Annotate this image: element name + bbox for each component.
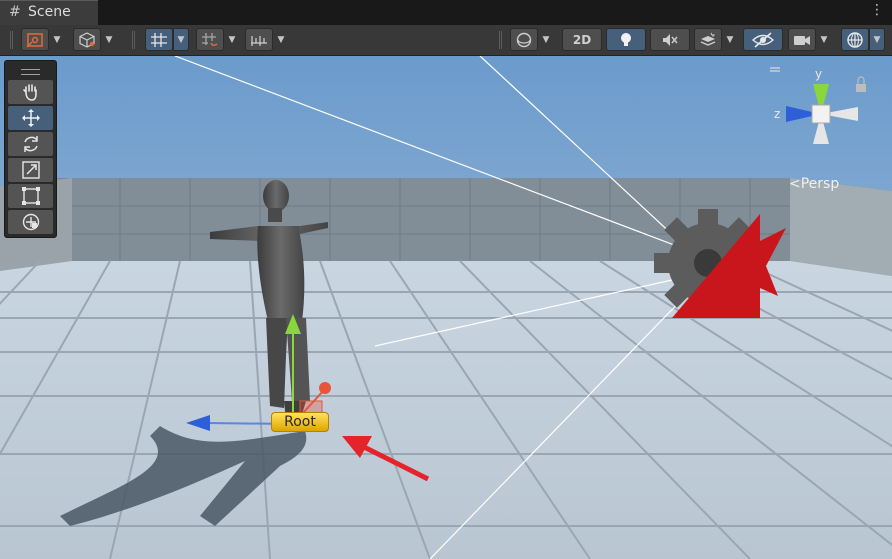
- effects-dropdown[interactable]: ▼: [722, 28, 738, 51]
- audio-mute-icon: [663, 33, 678, 46]
- gizmo-center-cube[interactable]: [811, 104, 831, 124]
- rect-transform-icon: [21, 187, 40, 205]
- scene-canvas[interactable]: [0, 56, 892, 559]
- orientation-gizmo-graphic: [762, 67, 866, 144]
- effects-icon: [700, 32, 716, 46]
- toolbar-grip[interactable]: [10, 31, 13, 49]
- move-tool-button[interactable]: [8, 106, 53, 130]
- rect-tool-button[interactable]: [8, 184, 53, 208]
- toolbar-grip[interactable]: [132, 31, 135, 49]
- scene-viewport[interactable]: Root: [0, 56, 892, 559]
- grid-hash-icon: #: [9, 4, 21, 20]
- shading-mode-dropdown[interactable]: ▼: [101, 28, 117, 51]
- audio-button[interactable]: [650, 28, 690, 51]
- persp-chevron-icon: <: [789, 176, 801, 192]
- transform-tool-button[interactable]: [21, 28, 49, 51]
- tab-bar: # Scene ⋮: [0, 0, 892, 25]
- tab-scene[interactable]: # Scene: [0, 0, 98, 25]
- grid-snap-dropdown[interactable]: ▼: [173, 28, 189, 51]
- camera-button[interactable]: [788, 28, 816, 51]
- draw-mode-button[interactable]: [510, 28, 538, 51]
- ruler-button[interactable]: [245, 28, 273, 51]
- root-label[interactable]: Root: [271, 412, 329, 432]
- toolbar-grip[interactable]: [499, 31, 502, 49]
- gizmos-button[interactable]: [841, 28, 869, 51]
- gizmos-dropdown[interactable]: ▼: [869, 28, 885, 51]
- tools-panel-grip[interactable]: [21, 69, 40, 75]
- increment-snap-button[interactable]: [196, 28, 224, 51]
- gizmo-z-label: z: [774, 107, 781, 121]
- visibility-icon: [752, 31, 774, 48]
- cube-shaded-icon: [79, 31, 95, 48]
- gizmo-y-label: y: [815, 67, 823, 81]
- move-icon: [21, 109, 40, 127]
- increment-snap-icon: [202, 32, 218, 46]
- mode-2d-button[interactable]: 2D: [562, 28, 602, 51]
- transform-tool-icon: [26, 32, 43, 48]
- scene-toolbar: ▼ ▼ ▼ ▼ ▼ ▼ 2D ▼ ▼ ▼: [0, 25, 892, 56]
- gizmos-icon: [847, 31, 863, 48]
- scale-tool-button[interactable]: [8, 158, 53, 182]
- transform-tool-dropdown[interactable]: ▼: [49, 28, 65, 51]
- camera-icon: [794, 35, 810, 45]
- rotate-icon: [23, 136, 38, 152]
- hand-tool-button[interactable]: [8, 80, 53, 104]
- camera-dropdown[interactable]: ▼: [816, 28, 832, 51]
- projection-toggle[interactable]: <Persp: [789, 176, 839, 192]
- orientation-gizmo[interactable]: y z: [762, 62, 880, 162]
- hand-icon: [22, 84, 37, 101]
- ruler-dropdown[interactable]: ▼: [273, 28, 289, 51]
- draw-mode-sphere-icon: [516, 32, 532, 47]
- rotate-tool-button[interactable]: [8, 132, 53, 156]
- tab-scene-label: Scene: [28, 4, 71, 20]
- ruler-icon: [251, 35, 267, 46]
- grid-snap-button[interactable]: [145, 28, 173, 51]
- lighting-button[interactable]: [606, 28, 646, 51]
- kebab-menu-icon[interactable]: ⋮: [870, 2, 884, 18]
- lighting-bulb-icon: [621, 32, 631, 46]
- effects-button[interactable]: [694, 28, 722, 51]
- grid-snap-icon: [151, 32, 167, 47]
- draw-mode-dropdown[interactable]: ▼: [538, 28, 554, 51]
- transform-tool-button[interactable]: [8, 210, 53, 234]
- x-axis-handle[interactable]: [319, 382, 331, 394]
- scale-icon: [21, 161, 40, 179]
- transform-all-icon: [22, 213, 39, 231]
- tools-panel: [4, 60, 57, 238]
- visibility-button[interactable]: [743, 28, 783, 51]
- increment-snap-dropdown[interactable]: ▼: [224, 28, 240, 51]
- shading-mode-button[interactable]: [73, 28, 101, 51]
- persp-label: Persp: [800, 176, 840, 192]
